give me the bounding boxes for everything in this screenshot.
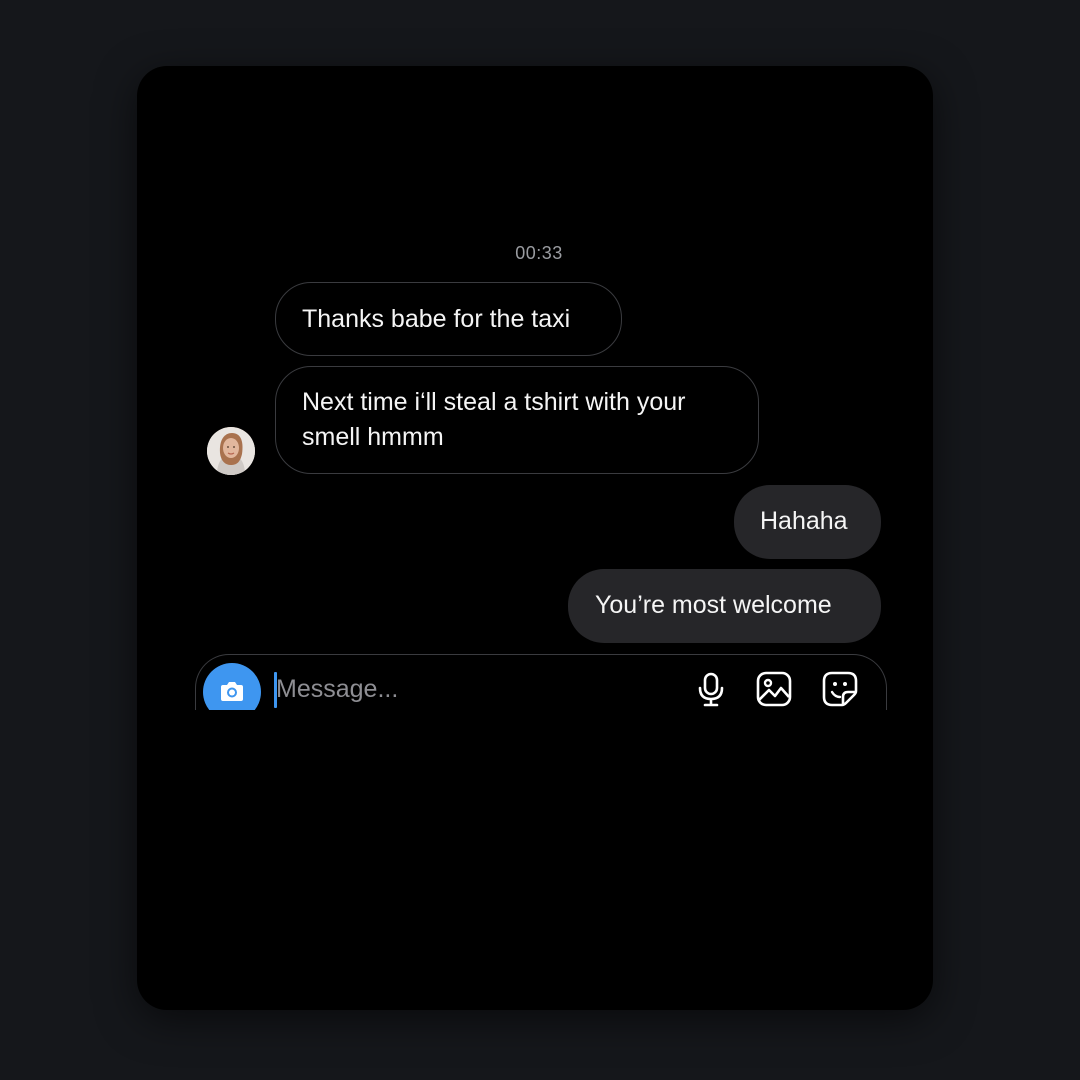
message-text: You’re most welcome — [595, 591, 832, 619]
sticker-button[interactable] — [820, 669, 860, 709]
gallery-button[interactable] — [754, 669, 794, 709]
incoming-message-bubble[interactable]: Next time i‘ll steal a tshirt with your … — [275, 366, 759, 474]
sticker-icon — [822, 671, 858, 707]
camera-button[interactable] — [203, 663, 261, 710]
contact-avatar[interactable] — [207, 427, 255, 475]
message-text: Next time i‘ll steal a tshirt with your … — [302, 388, 686, 451]
camera-icon — [221, 682, 243, 701]
gallery-icon — [756, 671, 792, 707]
microphone-icon — [698, 672, 724, 707]
message-input[interactable] — [276, 667, 606, 710]
chat-window: 00:33 Thanks babe for the taxi Next time… — [137, 66, 933, 1010]
avatar-image — [207, 427, 255, 475]
incoming-message-bubble[interactable]: Thanks babe for the taxi — [275, 282, 622, 356]
outgoing-message-bubble[interactable]: You’re most welcome — [568, 569, 881, 643]
microphone-button[interactable] — [691, 669, 731, 709]
outgoing-message-bubble[interactable]: Hahaha — [734, 485, 881, 559]
message-composer — [195, 654, 887, 710]
message-text: Hahaha — [760, 507, 848, 535]
message-timestamp: 00:33 — [515, 243, 563, 263]
message-text: Thanks babe for the taxi — [302, 305, 571, 333]
